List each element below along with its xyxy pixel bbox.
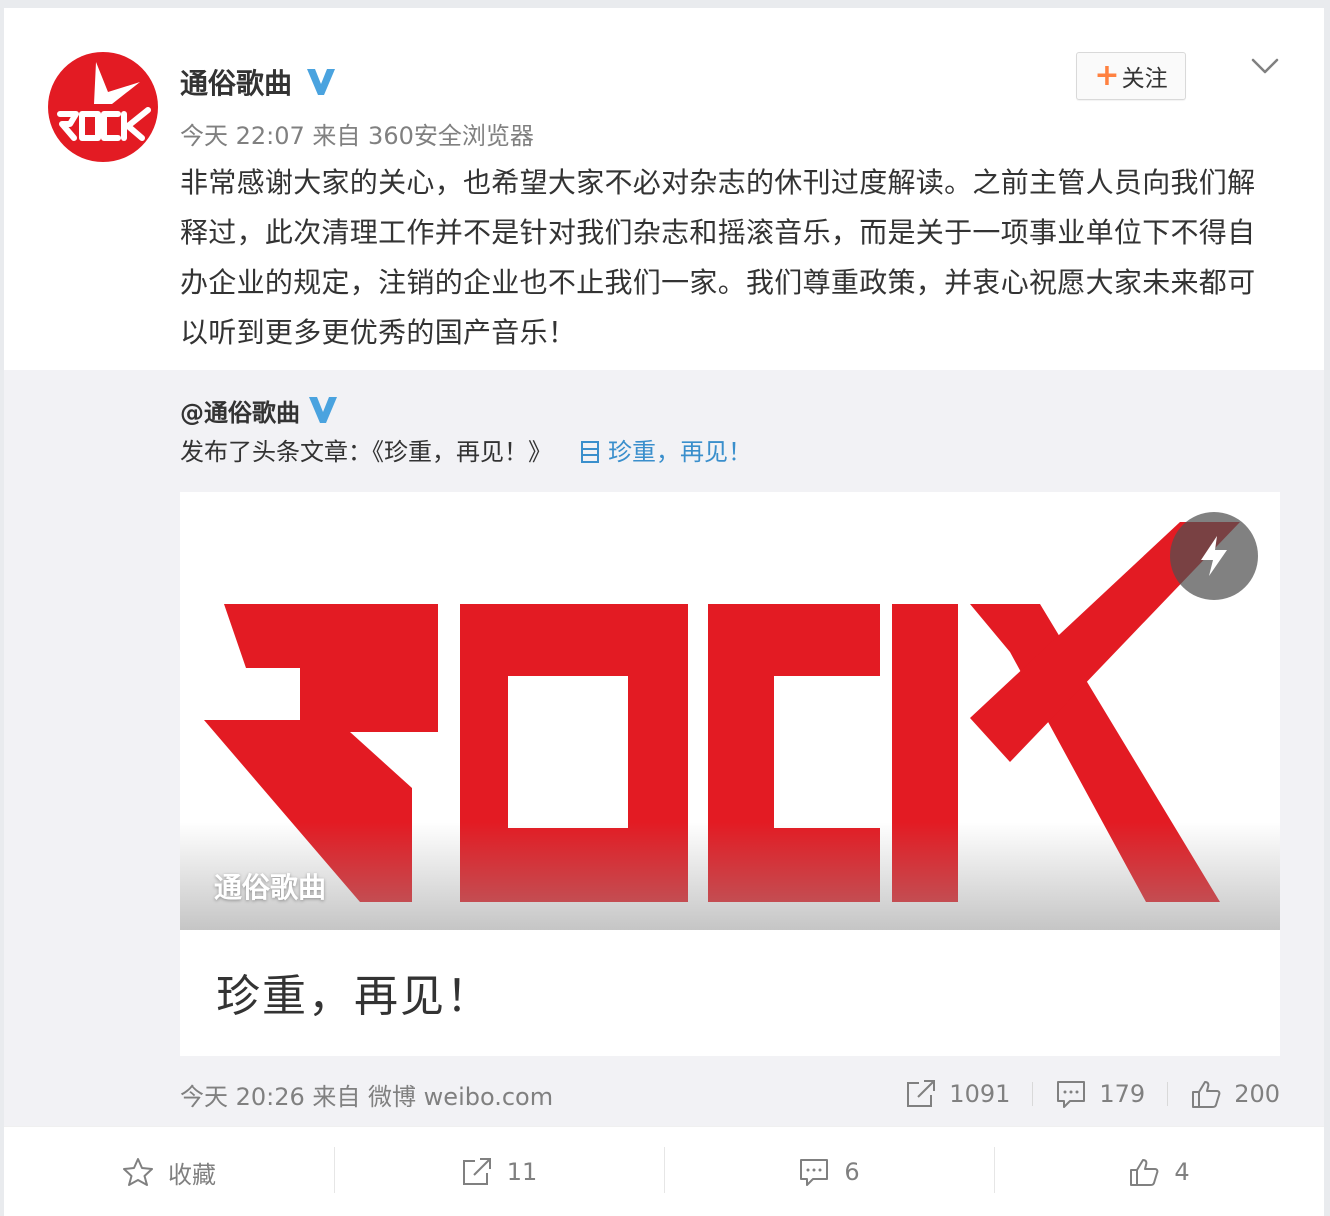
- verified-v-icon: [308, 396, 338, 424]
- post-meta: 今天 22:07 来自 360安全浏览器: [180, 122, 534, 150]
- avatar[interactable]: [48, 52, 158, 162]
- published-text: 发布了头条文章：《珍重，再见！》: [180, 438, 552, 466]
- article-title: 珍重，再见！: [216, 971, 492, 1022]
- original-like-button[interactable]: 200: [1190, 1079, 1280, 1109]
- follow-button[interactable]: + 关注: [1076, 52, 1186, 100]
- share-icon: [462, 1158, 491, 1185]
- action-bar: 收藏 11 6 4: [4, 1126, 1324, 1216]
- follow-label: 关注: [1121, 66, 1168, 92]
- repost-count: 11: [506, 1158, 538, 1186]
- post-text: 非常感谢大家的关心，也希望大家不必对杂志的休刊过度解读。之前主管人员向我们解释过…: [180, 166, 1256, 349]
- share-icon: [907, 1080, 936, 1107]
- comment-count: 6: [844, 1158, 860, 1186]
- favorite-label: 收藏: [168, 1160, 216, 1189]
- article-link-text: 珍重，再见！: [608, 438, 752, 466]
- original-comment-count: 179: [1099, 1080, 1146, 1108]
- original-repost-button[interactable]: 1091: [905, 1079, 1010, 1109]
- stat-divider: [1167, 1082, 1169, 1106]
- like-icon: [1130, 1159, 1159, 1186]
- article-link[interactable]: 珍重，再见！: [580, 434, 752, 470]
- original-meta: 今天 20:26 来自 微博 weibo.com: [180, 1082, 554, 1111]
- stat-divider: [1032, 1082, 1034, 1106]
- original-author-link[interactable]: @通俗歌曲: [180, 393, 300, 428]
- author-name[interactable]: 通俗歌曲: [180, 62, 292, 102]
- cover-caption: 通俗歌曲: [214, 871, 327, 904]
- article-icon: [581, 441, 599, 463]
- like-button[interactable]: 4: [994, 1127, 1324, 1216]
- repost-button[interactable]: 11: [334, 1127, 664, 1216]
- original-post-line: 发布了头条文章：《珍重，再见！》 珍重，再见！: [180, 434, 752, 470]
- weibo-post-card: 通俗歌曲 今天 22:07 来自 360安全浏览器 + 关注 非常感谢大家的关心…: [4, 8, 1324, 1216]
- favorite-button[interactable]: 收藏: [4, 1127, 334, 1216]
- comment-icon: [800, 1159, 829, 1186]
- comment-icon: [1057, 1081, 1086, 1108]
- original-like-count: 200: [1234, 1080, 1280, 1108]
- original-author-row: @通俗歌曲: [180, 392, 338, 428]
- cover-gradient: [180, 822, 1280, 930]
- like-count: 4: [1174, 1158, 1190, 1186]
- original-stats: 1091 179 200: [905, 1079, 1280, 1109]
- verified-v-icon: [306, 68, 336, 96]
- chevron-down-icon[interactable]: [1250, 52, 1280, 80]
- original-repost-count: 1091: [949, 1080, 1011, 1108]
- rock-logo-icon: [57, 62, 151, 141]
- article-card[interactable]: 通俗歌曲 珍重，再见！: [180, 492, 1280, 1056]
- article-cover-image: 通俗歌曲: [180, 492, 1280, 930]
- plus-icon: +: [1094, 58, 1120, 93]
- author-row: 通俗歌曲: [180, 60, 336, 104]
- repost-container: @通俗歌曲 发布了头条文章：《珍重，再见！》 珍重，再见！ 通俗歌曲 珍重，再见…: [4, 370, 1324, 1126]
- original-comment-button[interactable]: 179: [1055, 1079, 1145, 1109]
- like-icon: [1192, 1081, 1221, 1108]
- lightning-icon[interactable]: [1170, 512, 1258, 600]
- comment-button[interactable]: 6: [664, 1127, 994, 1216]
- original-footer: 今天 20:26 来自 微博 weibo.com 1091 179 200: [180, 1074, 1280, 1114]
- star-icon: [123, 1158, 153, 1186]
